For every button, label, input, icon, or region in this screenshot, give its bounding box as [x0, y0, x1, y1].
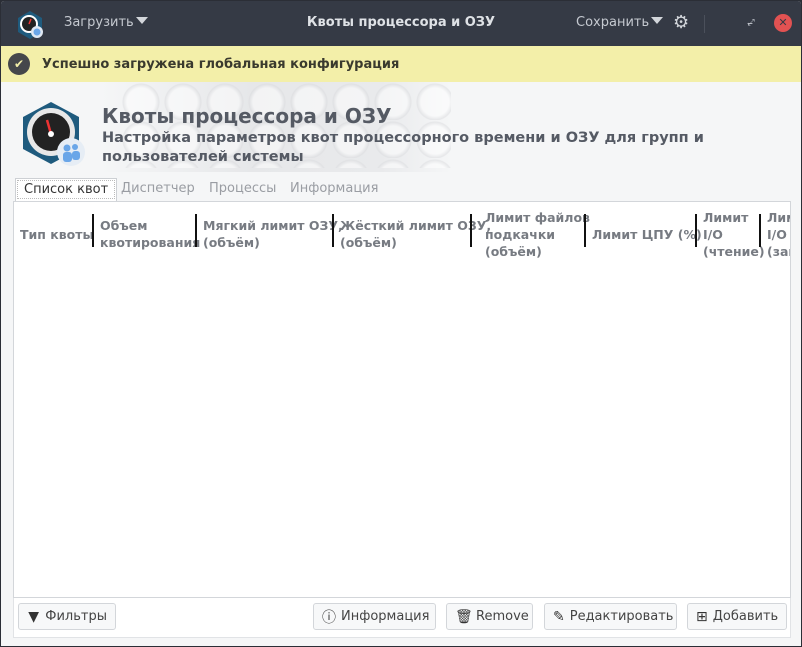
plus-square-icon: ⊞ — [696, 608, 708, 625]
tab-quota-list[interactable]: Список квот — [15, 178, 118, 201]
trash-icon: 🗑 — [455, 608, 473, 625]
load-menu[interactable]: Загрузить — [64, 15, 148, 30]
filters-button[interactable]: ▼ Фильтры — [18, 603, 116, 630]
column-header[interactable]: Лимит I/O (чтение) — [703, 207, 765, 261]
title-bar: Загрузить Квоты процессора и ОЗУ Сохрани… — [1, 1, 801, 46]
edit-button[interactable]: ✎ Редактировать — [544, 603, 677, 630]
column-divider[interactable] — [332, 214, 334, 247]
gear-icon[interactable]: ⚙ — [673, 13, 689, 33]
action-toolbar: ▼ Фильтры ⓘ Информация 🗑 Remove ✎ Редактиров… — [13, 598, 791, 638]
column-header[interactable]: Объем квотирования — [100, 207, 200, 261]
app-logo-icon — [18, 11, 43, 39]
column-divider[interactable] — [92, 214, 94, 247]
column-divider[interactable] — [195, 214, 197, 247]
page-header: Квоты процессора и ОЗУ Настройка парамет… — [1, 82, 801, 172]
status-banner: ✔ Успешно загружена глобальная конфигура… — [1, 46, 801, 82]
info-label: Информация — [341, 609, 430, 624]
tab-dispatcher[interactable]: Диспетчер — [121, 178, 195, 201]
quota-gauge-icon — [23, 102, 85, 166]
column-divider[interactable] — [759, 214, 761, 247]
edit-label: Редактировать — [569, 609, 674, 624]
column-header[interactable]: Лимит ЦПУ (%) — [592, 207, 702, 261]
app-window: Загрузить Квоты процессора и ОЗУ Сохрани… — [0, 0, 802, 647]
column-divider[interactable] — [584, 214, 586, 247]
add-button[interactable]: ⊞ Добавить — [687, 603, 787, 630]
page-subtitle: Настройка параметров квот процессорного … — [102, 130, 704, 165]
maximize-icon[interactable]: ⤢ — [742, 14, 760, 32]
remove-button[interactable]: 🗑 Remove — [446, 603, 533, 630]
quota-table: Тип квоты Объем квотирования Мягкий лими… — [13, 201, 791, 598]
info-button[interactable]: ⓘ Информация — [313, 603, 436, 630]
column-header[interactable]: Лим I/O (зап — [767, 207, 790, 261]
column-header[interactable]: Мягкий лимит ОЗУ, (объём) — [203, 207, 343, 261]
close-icon[interactable]: ✕ — [774, 14, 792, 32]
tab-information[interactable]: Информация — [290, 178, 378, 201]
column-divider[interactable] — [470, 214, 472, 247]
load-menu-label: Загрузить — [64, 15, 134, 30]
check-circle-icon: ✔ — [8, 53, 30, 75]
tab-processes[interactable]: Процессы — [209, 178, 276, 201]
edit-icon: ✎ — [553, 608, 565, 625]
caret-down-icon — [135, 17, 148, 24]
column-header[interactable]: Тип квоты — [20, 207, 94, 261]
info-icon: ⓘ — [322, 609, 336, 626]
remove-label: Remove — [476, 609, 529, 624]
divider — [704, 15, 705, 33]
caret-down-icon — [651, 17, 664, 24]
add-label: Добавить — [712, 609, 779, 624]
column-divider[interactable] — [695, 214, 697, 247]
column-header[interactable]: Лимит файлов подкачки (объём) — [485, 207, 590, 261]
filter-icon: ▼ — [28, 608, 40, 625]
column-header[interactable]: Жёсткий лимит ОЗУ, (объём) — [340, 207, 491, 261]
status-text: Успешно загружена глобальная конфигураци… — [42, 57, 400, 72]
filters-label: Фильтры — [45, 609, 107, 624]
save-menu[interactable]: Сохранить — [576, 15, 664, 30]
save-menu-label: Сохранить — [576, 15, 650, 30]
page-title: Квоты процессора и ОЗУ — [102, 104, 392, 128]
